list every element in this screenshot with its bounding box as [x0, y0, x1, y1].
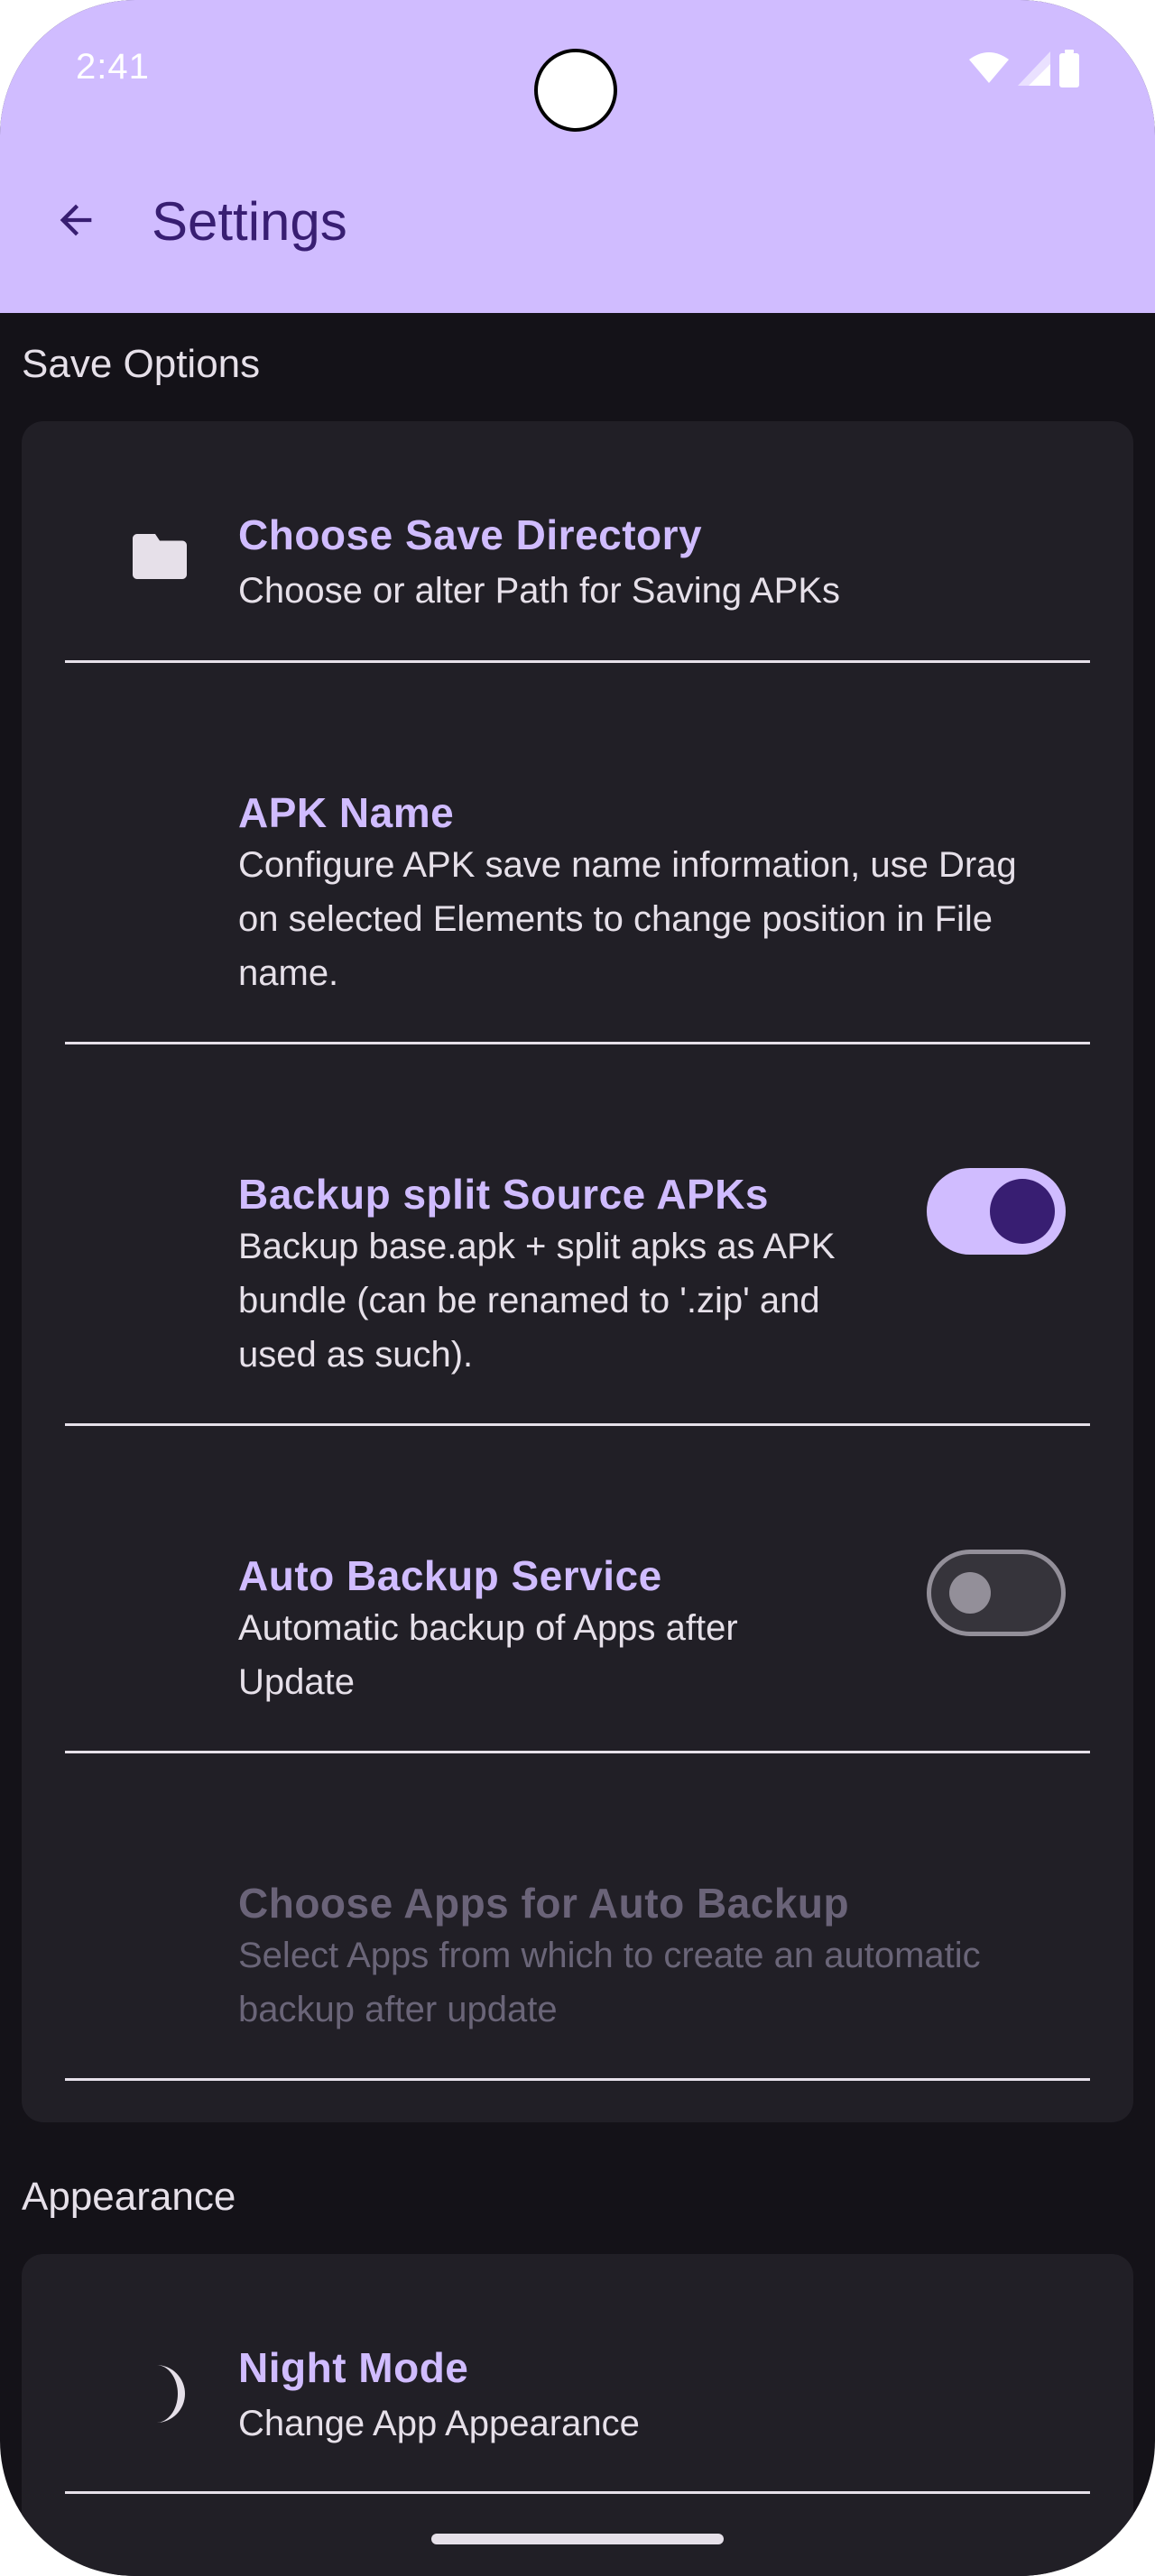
pref-choose-save-directory[interactable]: Choose Save Directory Choose or alter Pa… — [65, 421, 1090, 663]
battery-icon — [1059, 50, 1079, 87]
pref-summary: Choose or alter Path for Saving APKs — [238, 571, 841, 611]
status-time: 2:41 — [76, 47, 150, 87]
top-app-bar: 2:41 Settings — [0, 0, 1155, 313]
summary-line: on selected Elements to change position … — [238, 899, 993, 939]
save-options-card: Choose Save Directory Choose or alter Pa… — [22, 421, 1133, 2122]
gesture-navigation-bar[interactable] — [431, 2534, 724, 2544]
status-icons — [969, 49, 1079, 88]
back-button[interactable] — [45, 189, 106, 251]
pref-title: Auto Backup Service — [238, 1552, 662, 1599]
summary-line: Configure APK save name information, use… — [238, 845, 1017, 885]
pref-night-mode[interactable]: Night Mode Change App Appearance — [65, 2254, 1090, 2494]
switch-thumb — [990, 1179, 1055, 1244]
phone-screen: 2:41 Settings Save Options Choose Save D… — [0, 0, 1155, 2576]
pref-backup-split-apks[interactable]: Backup split Source APKs Backup base.apk… — [65, 1044, 1090, 1426]
pref-summary: Change App Appearance — [238, 2404, 640, 2443]
summary-line: used as such). — [238, 1335, 474, 1375]
section-header-save-options: Save Options — [22, 342, 261, 386]
section-header-appearance: Appearance — [22, 2175, 236, 2219]
summary-line: Automatic backup of Apps after — [238, 1608, 738, 1648]
pref-summary: Automatic backup of Apps after Update — [238, 1601, 738, 1709]
switch-thumb — [949, 1572, 991, 1614]
moon-icon — [128, 2362, 191, 2425]
summary-line: bundle (can be renamed to '.zip' and — [238, 1281, 820, 1320]
signal-icon — [1018, 51, 1050, 86]
pref-title: Choose Apps for Auto Backup — [238, 1880, 850, 1927]
pref-title: APK Name — [238, 789, 455, 836]
arrow-back-icon — [60, 204, 92, 236]
pref-title: Night Mode — [238, 2344, 469, 2391]
pref-auto-backup-service[interactable]: Auto Backup Service Automatic backup of … — [65, 1426, 1090, 1753]
summary-line: Update — [238, 1662, 355, 1702]
summary-line: Select Apps from which to create an auto… — [238, 1936, 981, 1975]
folder-icon — [128, 525, 191, 588]
wifi-icon — [969, 52, 1009, 83]
summary-line: backup after update — [238, 1990, 558, 2029]
summary-line: name. — [238, 953, 339, 993]
auto-backup-switch[interactable] — [927, 1550, 1066, 1636]
pref-choose-apps-auto-backup: Choose Apps for Auto Backup Select Apps … — [65, 1753, 1090, 2081]
pref-apk-name[interactable]: APK Name Configure APK save name informa… — [65, 663, 1090, 1044]
pref-summary: Select Apps from which to create an auto… — [238, 1928, 981, 2037]
pref-title: Choose Save Directory — [238, 511, 703, 558]
page-title: Settings — [152, 191, 347, 252]
camera-cutout — [534, 49, 617, 132]
pref-title: Backup split Source APKs — [238, 1171, 770, 1218]
summary-line: Backup base.apk + split apks as APK — [238, 1227, 836, 1266]
appearance-card: Night Mode Change App Appearance — [22, 2254, 1133, 2576]
pref-summary: Backup base.apk + split apks as APK bund… — [238, 1219, 836, 1382]
pref-summary: Configure APK save name information, use… — [238, 838, 1017, 1000]
split-apks-switch[interactable] — [927, 1168, 1066, 1255]
